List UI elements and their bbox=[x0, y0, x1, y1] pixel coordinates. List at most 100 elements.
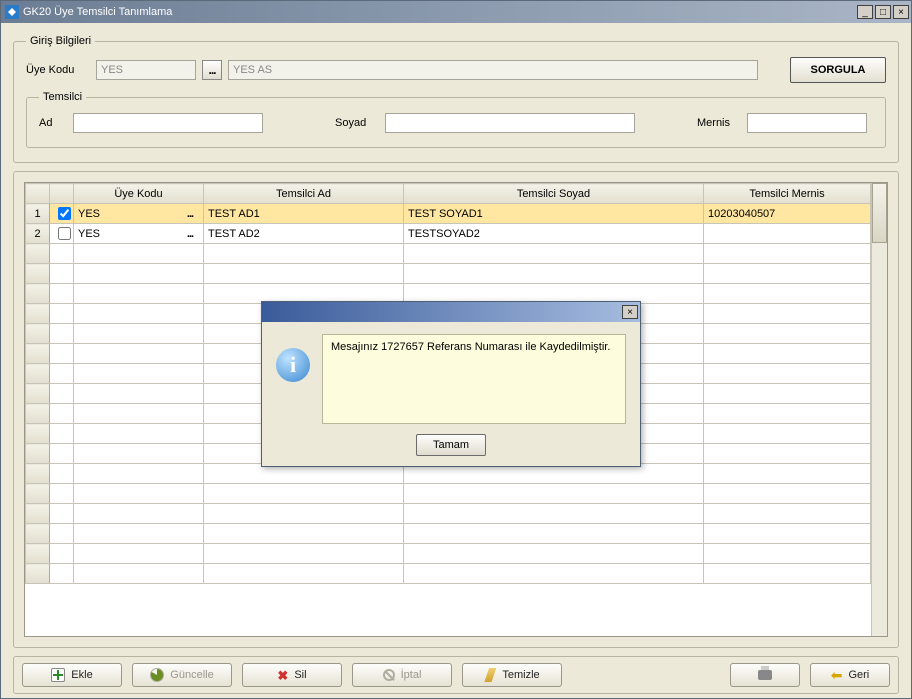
refresh-icon bbox=[150, 668, 164, 682]
table-row[interactable] bbox=[26, 484, 871, 504]
giris-legend: Giriş Bilgileri bbox=[26, 35, 95, 47]
soyad-label: Soyad bbox=[335, 117, 379, 129]
table-row[interactable] bbox=[26, 524, 871, 544]
row-checkbox-cell bbox=[50, 404, 74, 424]
app-icon bbox=[5, 5, 19, 19]
row-checkbox-cell[interactable] bbox=[50, 204, 74, 224]
table-row[interactable] bbox=[26, 264, 871, 284]
maximize-button[interactable]: □ bbox=[875, 5, 891, 19]
window-title: GK20 Üye Temsilci Tanımlama bbox=[23, 6, 857, 18]
dialog-footer: Tamam bbox=[262, 430, 640, 466]
row-checkbox-cell bbox=[50, 264, 74, 284]
print-button[interactable] bbox=[730, 663, 800, 687]
table-row[interactable] bbox=[26, 244, 871, 264]
row-checkbox-cell bbox=[50, 484, 74, 504]
row-number: 1 bbox=[26, 204, 50, 224]
temizle-label: Temizle bbox=[502, 669, 539, 681]
ekle-button[interactable]: Ekle bbox=[22, 663, 122, 687]
grid-scrollbar[interactable] bbox=[871, 183, 887, 636]
uye-kodu-row: Üye Kodu ... SORGULA bbox=[26, 57, 886, 83]
cell-uye-kodu[interactable]: YES... bbox=[74, 204, 204, 224]
cell-temsilci-soyad[interactable]: TEST SOYAD1 bbox=[404, 204, 704, 224]
row-number bbox=[26, 284, 50, 304]
row-number bbox=[26, 544, 50, 564]
cell-temsilci-ad[interactable]: TEST AD2 bbox=[204, 224, 404, 244]
row-number bbox=[26, 364, 50, 384]
row-number bbox=[26, 344, 50, 364]
geri-label: Geri bbox=[848, 669, 869, 681]
dialog-titlebar[interactable]: × bbox=[262, 302, 640, 322]
row-checkbox[interactable] bbox=[58, 227, 71, 240]
row-number bbox=[26, 244, 50, 264]
cell-temsilci-mernis[interactable]: 10203040507 bbox=[704, 204, 871, 224]
table-row[interactable] bbox=[26, 564, 871, 584]
row-checkbox-cell bbox=[50, 444, 74, 464]
grid-header-rownum bbox=[26, 184, 50, 204]
iptal-button[interactable]: İptal bbox=[352, 663, 452, 687]
ad-input[interactable] bbox=[73, 113, 263, 133]
guncelle-label: Güncelle bbox=[170, 669, 213, 681]
table-row[interactable] bbox=[26, 544, 871, 564]
row-checkbox[interactable] bbox=[58, 207, 71, 220]
info-dialog: × i Mesajınız 1727657 Referans Numarası … bbox=[261, 301, 641, 467]
row-checkbox-cell[interactable] bbox=[50, 224, 74, 244]
uye-lookup-icon[interactable]: ... bbox=[181, 208, 199, 220]
soyad-input[interactable] bbox=[385, 113, 635, 133]
grid-header-temsilci-mernis[interactable]: Temsilci Mernis bbox=[704, 184, 871, 204]
back-arrow-icon: ⬅ bbox=[831, 668, 843, 682]
row-number bbox=[26, 524, 50, 544]
guncelle-button[interactable]: Güncelle bbox=[132, 663, 232, 687]
geri-button[interactable]: ⬅ Geri bbox=[810, 663, 890, 687]
temsilci-group: Temsilci Ad Soyad Mernis bbox=[26, 91, 886, 148]
sil-label: Sil bbox=[294, 669, 306, 681]
uye-kodu-lookup-button[interactable]: ... bbox=[202, 60, 222, 80]
uye-kodu-input[interactable] bbox=[96, 60, 196, 80]
mernis-label: Mernis bbox=[697, 117, 741, 129]
table-row[interactable]: 1 YES...TEST AD1TEST SOYAD110203040507 bbox=[26, 204, 871, 224]
table-row[interactable]: 2 YES...TEST AD2TESTSOYAD2 bbox=[26, 224, 871, 244]
uye-adi-input bbox=[228, 60, 758, 80]
dialog-message: Mesajınız 1727657 Referans Numarası ile … bbox=[322, 334, 626, 424]
table-row[interactable] bbox=[26, 504, 871, 524]
row-checkbox-cell bbox=[50, 324, 74, 344]
grid-header-uye-kodu[interactable]: Üye Kodu bbox=[74, 184, 204, 204]
row-checkbox-cell bbox=[50, 464, 74, 484]
titlebar: GK20 Üye Temsilci Tanımlama _ □ × bbox=[1, 1, 911, 23]
grid-header-temsilci-ad[interactable]: Temsilci Ad bbox=[204, 184, 404, 204]
delete-icon: ✖ bbox=[277, 669, 288, 682]
sil-button[interactable]: ✖ Sil bbox=[242, 663, 342, 687]
row-number bbox=[26, 304, 50, 324]
row-checkbox-cell bbox=[50, 364, 74, 384]
cell-temsilci-ad[interactable]: TEST AD1 bbox=[204, 204, 404, 224]
ekle-label: Ekle bbox=[71, 669, 92, 681]
row-checkbox-cell bbox=[50, 504, 74, 524]
row-checkbox-cell bbox=[50, 524, 74, 544]
info-icon: i bbox=[276, 348, 310, 382]
row-checkbox-cell bbox=[50, 564, 74, 584]
mernis-input[interactable] bbox=[747, 113, 867, 133]
dialog-body: i Mesajınız 1727657 Referans Numarası il… bbox=[262, 322, 640, 430]
add-icon bbox=[51, 668, 65, 682]
cell-temsilci-mernis[interactable] bbox=[704, 224, 871, 244]
temizle-button[interactable]: Temizle bbox=[462, 663, 562, 687]
row-checkbox-cell bbox=[50, 244, 74, 264]
row-number bbox=[26, 424, 50, 444]
temsilci-legend: Temsilci bbox=[39, 91, 86, 103]
dialog-close-button[interactable]: × bbox=[622, 305, 638, 319]
cell-temsilci-soyad[interactable]: TESTSOYAD2 bbox=[404, 224, 704, 244]
cell-uye-kodu[interactable]: YES... bbox=[74, 224, 204, 244]
close-button[interactable]: × bbox=[893, 5, 909, 19]
row-number bbox=[26, 444, 50, 464]
row-number bbox=[26, 504, 50, 524]
dialog-ok-button[interactable]: Tamam bbox=[416, 434, 486, 456]
uye-lookup-icon[interactable]: ... bbox=[181, 228, 199, 240]
sorgula-button[interactable]: SORGULA bbox=[790, 57, 886, 83]
grid-header-temsilci-soyad[interactable]: Temsilci Soyad bbox=[404, 184, 704, 204]
scroll-thumb[interactable] bbox=[872, 183, 887, 243]
row-number: 2 bbox=[26, 224, 50, 244]
minimize-button[interactable]: _ bbox=[857, 5, 873, 19]
row-checkbox-cell bbox=[50, 424, 74, 444]
grid-header-checkbox bbox=[50, 184, 74, 204]
cancel-icon bbox=[383, 669, 395, 681]
row-checkbox-cell bbox=[50, 284, 74, 304]
